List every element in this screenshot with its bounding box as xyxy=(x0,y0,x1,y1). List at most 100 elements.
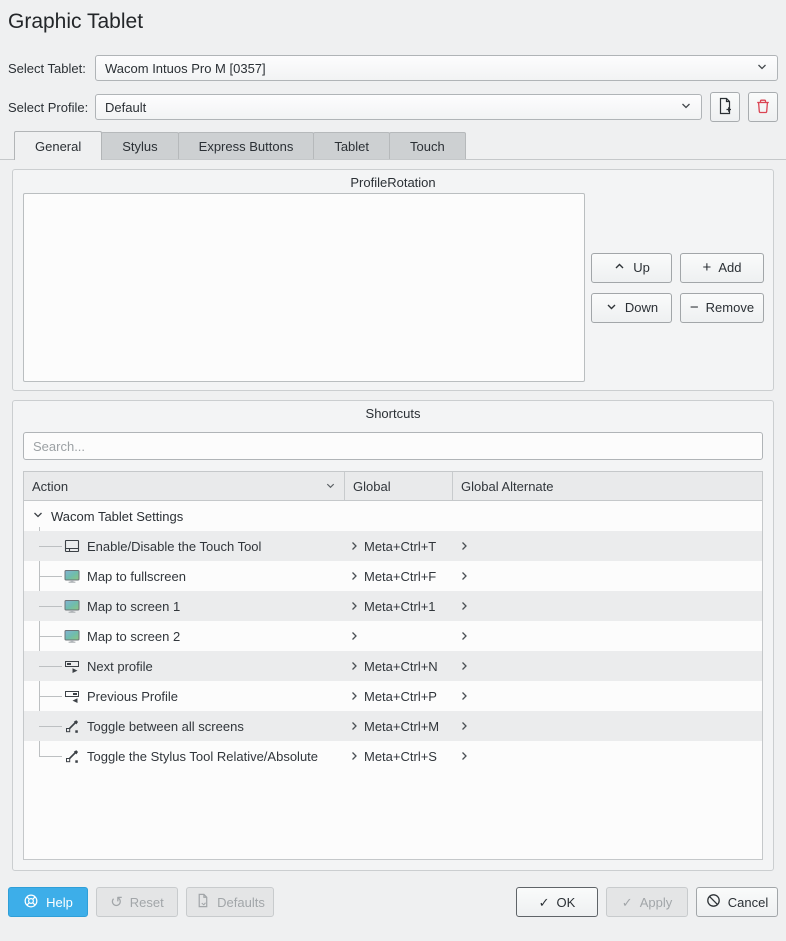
global-alternate-cell[interactable] xyxy=(453,570,762,582)
global-shortcut-value: Meta+Ctrl+N xyxy=(364,659,438,674)
add-label: Add xyxy=(718,260,741,275)
shortcut-row[interactable]: Toggle between all screens Meta+Ctrl+M xyxy=(24,711,762,741)
tab-general[interactable]: General xyxy=(14,131,102,160)
expand-chevron-down-icon[interactable] xyxy=(32,509,44,524)
global-alternate-cell[interactable] xyxy=(453,750,762,762)
help-lifebuoy-icon xyxy=(23,893,39,912)
expander-chevron-right-icon[interactable] xyxy=(348,630,360,642)
expander-chevron-right-icon[interactable] xyxy=(458,720,470,732)
action-label: Enable/Disable the Touch Tool xyxy=(87,539,261,554)
action-label: Toggle the Stylus Tool Relative/Absolute xyxy=(87,749,318,764)
global-alternate-cell[interactable] xyxy=(453,630,762,642)
expander-chevron-right-icon[interactable] xyxy=(348,540,360,552)
cancel-button[interactable]: Cancel xyxy=(696,887,778,917)
action-label: Map to fullscreen xyxy=(87,569,186,584)
tab-label: Express Buttons xyxy=(199,139,294,154)
tab-label: Touch xyxy=(410,139,445,154)
action-cell: Next profile xyxy=(24,658,345,674)
column-header-global-alternate-label: Global Alternate xyxy=(461,479,554,494)
new-profile-button[interactable] xyxy=(710,92,740,122)
move-down-button[interactable]: Down xyxy=(591,293,672,323)
tree-root-label: Wacom Tablet Settings xyxy=(51,509,183,524)
expander-chevron-right-icon[interactable] xyxy=(458,570,470,582)
move-up-button[interactable]: Up xyxy=(591,253,672,283)
expander-chevron-right-icon[interactable] xyxy=(458,660,470,672)
expander-chevron-right-icon[interactable] xyxy=(458,600,470,612)
expander-chevron-right-icon[interactable] xyxy=(458,690,470,702)
chevron-up-icon xyxy=(613,260,626,276)
tab-label: Tablet xyxy=(334,139,369,154)
profile-select-combobox[interactable]: Default xyxy=(95,94,702,120)
tablet-select-combobox[interactable]: Wacom Intuos Pro M [0357] xyxy=(95,55,778,81)
action-cell: Toggle the Stylus Tool Relative/Absolute xyxy=(24,748,345,764)
action-label: Next profile xyxy=(87,659,153,674)
global-alternate-cell[interactable] xyxy=(453,720,762,732)
global-alternate-cell[interactable] xyxy=(453,540,762,552)
help-button[interactable]: Help xyxy=(8,887,88,917)
shortcut-row[interactable]: Next profile Meta+Ctrl+N xyxy=(24,651,762,681)
shortcut-row[interactable]: Enable/Disable the Touch Tool Meta+Ctrl+… xyxy=(24,531,762,561)
column-header-global-alternate[interactable]: Global Alternate xyxy=(453,472,762,500)
shortcut-row[interactable]: Previous Profile Meta+Ctrl+P xyxy=(24,681,762,711)
column-header-global[interactable]: Global xyxy=(345,472,453,500)
tab-tablet[interactable]: Tablet xyxy=(313,132,390,159)
profile-rotation-content: Up + Add Down − Remove xyxy=(13,193,773,390)
global-shortcut-cell[interactable]: Meta+Ctrl+P xyxy=(345,689,453,704)
global-shortcut-cell[interactable]: Meta+Ctrl+1 xyxy=(345,599,453,614)
remove-button[interactable]: − Remove xyxy=(680,293,764,323)
expander-chevron-right-icon[interactable] xyxy=(458,540,470,552)
chevron-down-icon xyxy=(680,100,692,115)
expander-chevron-right-icon[interactable] xyxy=(348,690,360,702)
tab-touch[interactable]: Touch xyxy=(389,132,466,159)
defaults-label: Defaults xyxy=(217,895,265,910)
global-shortcut-cell[interactable]: Meta+Ctrl+N xyxy=(345,659,453,674)
expander-chevron-right-icon[interactable] xyxy=(348,720,360,732)
expander-chevron-right-icon[interactable] xyxy=(348,570,360,582)
tab-express-buttons[interactable]: Express Buttons xyxy=(178,132,315,159)
apply-button: ✓ Apply xyxy=(606,887,688,917)
profile-rotation-title: ProfileRotation xyxy=(13,170,773,193)
expander-chevron-right-icon[interactable] xyxy=(458,750,470,762)
ok-button[interactable]: ✓ OK xyxy=(516,887,598,917)
monitor-icon xyxy=(64,568,80,584)
global-alternate-cell[interactable] xyxy=(453,690,762,702)
shortcut-row[interactable]: Map to screen 2 xyxy=(24,621,762,651)
global-alternate-cell[interactable] xyxy=(453,660,762,672)
cancel-label: Cancel xyxy=(728,895,768,910)
expander-chevron-right-icon[interactable] xyxy=(348,660,360,672)
global-shortcut-cell[interactable]: Meta+Ctrl+F xyxy=(345,569,453,584)
global-shortcut-value: Meta+Ctrl+M xyxy=(364,719,439,734)
action-cell: Previous Profile xyxy=(24,688,345,704)
global-shortcut-cell[interactable]: Meta+Ctrl+M xyxy=(345,719,453,734)
expander-chevron-right-icon[interactable] xyxy=(348,750,360,762)
move-down-label: Down xyxy=(625,300,658,315)
shortcuts-table: Action Global Global Alternate xyxy=(23,471,763,860)
profile-rotation-list[interactable] xyxy=(23,193,585,382)
shortcut-row[interactable]: Map to screen 1 Meta+Ctrl+1 xyxy=(24,591,762,621)
minus-icon: − xyxy=(690,300,699,315)
delete-profile-button[interactable] xyxy=(748,92,778,122)
shortcuts-table-body: Wacom Tablet Settings Enable/Disable the… xyxy=(24,501,762,860)
action-label: Map to screen 2 xyxy=(87,629,180,644)
search-input[interactable] xyxy=(23,432,763,460)
profile-rotation-buttons: Up + Add Down − Remove xyxy=(591,253,764,323)
action-label: Toggle between all screens xyxy=(87,719,244,734)
sort-indicator-icon xyxy=(325,479,336,494)
ok-label: OK xyxy=(557,895,576,910)
tablet-select-value: Wacom Intuos Pro M [0357] xyxy=(105,61,748,76)
expander-chevron-right-icon[interactable] xyxy=(458,630,470,642)
add-button[interactable]: + Add xyxy=(680,253,764,283)
tree-root-row[interactable]: Wacom Tablet Settings xyxy=(24,501,762,531)
reset-label: Reset xyxy=(130,895,164,910)
global-shortcut-cell[interactable]: Meta+Ctrl+S xyxy=(345,749,453,764)
tab-stylus[interactable]: Stylus xyxy=(101,132,178,159)
global-shortcut-cell[interactable] xyxy=(345,630,453,642)
global-alternate-cell[interactable] xyxy=(453,600,762,612)
column-header-action[interactable]: Action xyxy=(24,472,345,500)
shortcut-row[interactable]: Toggle the Stylus Tool Relative/Absolute… xyxy=(24,741,762,771)
shortcut-row[interactable]: Map to fullscreen Meta+Ctrl+F xyxy=(24,561,762,591)
global-shortcut-cell[interactable]: Meta+Ctrl+T xyxy=(345,539,453,554)
defaults-document-icon xyxy=(195,893,210,911)
chevron-down-icon xyxy=(756,61,768,76)
expander-chevron-right-icon[interactable] xyxy=(348,600,360,612)
